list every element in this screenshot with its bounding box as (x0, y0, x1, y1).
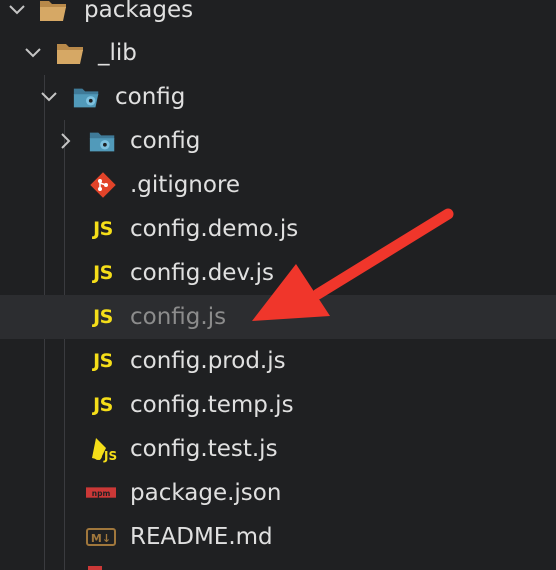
tree-item-config-prod-js[interactable]: JS config.prod.js (0, 339, 556, 383)
chevron-down-icon (9, 5, 25, 15)
tree-item-label: config.js (130, 304, 227, 330)
tree-item-config-dev-js[interactable]: JS config.dev.js (0, 251, 556, 295)
tree-item-label: README.md (130, 524, 273, 550)
js-icon: JS (93, 262, 113, 284)
svg-text:M↓: M↓ (91, 532, 111, 545)
tree-item-package-json[interactable]: npm package.json (0, 471, 556, 515)
js-icon: JS (93, 350, 113, 372)
js-icon: JS (93, 394, 113, 416)
partial-icon (88, 566, 102, 570)
markdown-icon: M↓ (86, 522, 116, 552)
chevron-down-icon (41, 92, 57, 102)
tree-item-label: packages (84, 0, 194, 23)
tree-item-label: config.dev.js (130, 260, 274, 286)
tree-item-gitignore[interactable]: .gitignore (0, 163, 556, 207)
folder-open-icon (38, 0, 68, 25)
js-icon: JS (93, 306, 113, 328)
tree-item-label: config.prod.js (130, 348, 286, 374)
tree-item-label: _lib (98, 40, 137, 66)
config-folder-icon (72, 82, 102, 112)
git-icon (88, 170, 118, 200)
tree-item-label: config.test.js (130, 436, 278, 462)
chevron-down-icon (25, 48, 41, 58)
tree-item-readme-md[interactable]: M↓ README.md (0, 515, 556, 559)
folder-open-icon (55, 38, 85, 68)
tree-item-config-demo-js[interactable]: JS config.demo.js (0, 207, 556, 251)
tree-item-packages[interactable]: packages (0, 0, 556, 32)
svg-text:npm: npm (92, 489, 111, 498)
file-explorer: packages _lib config config .gitignore J… (0, 0, 556, 570)
tree-item-label: config (130, 128, 201, 154)
tree-item-config-temp-js[interactable]: JS config.temp.js (0, 383, 556, 427)
tree-item-config-subfolder[interactable]: config (0, 119, 556, 163)
tree-item-label: config.demo.js (130, 216, 299, 242)
tree-item-label: .gitignore (130, 172, 241, 198)
tree-item-config-folder[interactable]: config (0, 75, 556, 119)
tree-item-label: config.temp.js (130, 392, 294, 418)
npm-icon: npm (86, 478, 116, 508)
js-test-icon: JS (88, 434, 118, 464)
tree-item-label: config (115, 84, 186, 110)
tree-item-label: package.json (130, 480, 282, 506)
tree-item-config-test-js[interactable]: JS config.test.js (0, 427, 556, 471)
chevron-right-icon (61, 133, 71, 149)
config-folder-icon (88, 126, 118, 156)
svg-text:JS: JS (103, 449, 117, 463)
js-icon: JS (93, 218, 113, 240)
tree-item-lib[interactable]: _lib (0, 31, 556, 75)
tree-item-config-js[interactable]: JS config.js (0, 295, 556, 339)
